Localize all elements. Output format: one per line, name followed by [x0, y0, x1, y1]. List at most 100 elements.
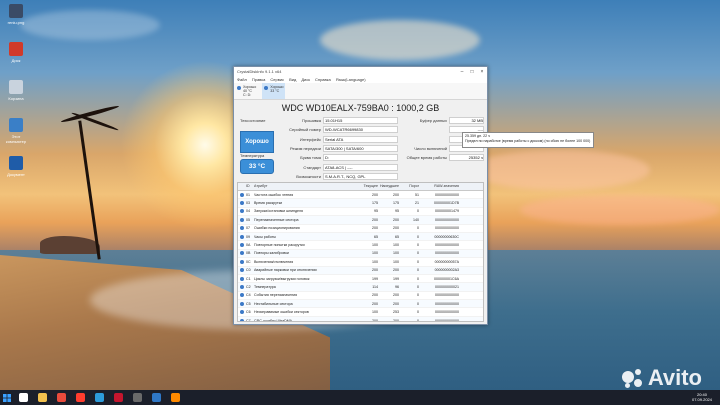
- window-titlebar[interactable]: CrystalDiskInfo 9.1.1 x64 – □ ×: [234, 67, 487, 76]
- table-cell: 100: [393, 251, 399, 256]
- table-body: 01 Частота ошибок чтения 200 200 51 000000000…: [238, 191, 483, 322]
- table-row[interactable]: C0 Аварийные парковки при отключении 200 20…: [238, 266, 483, 275]
- maximize-button[interactable]: □: [467, 69, 477, 75]
- status-dot-icon: [240, 284, 244, 289]
- drive-temp: 33 °C: [270, 89, 280, 93]
- table-cell: 175: [393, 201, 399, 206]
- table-cell: 0: [417, 209, 419, 214]
- table-cell: 199: [393, 276, 399, 281]
- menu-item[interactable]: Вид: [289, 77, 296, 82]
- table-cell: 95: [395, 209, 399, 214]
- table-row[interactable]: C7 CRC-ошибки UltraDMA 200 200 0 000000000000: [238, 316, 483, 322]
- table-cell: CRC-ошибки UltraDMA: [254, 318, 293, 322]
- table-row[interactable]: 03 Время раскрутки 175 175 21 000000001D7B: [238, 199, 483, 208]
- smart-attributes-table: ID Атрибут Текущее Наихудшее Порог RAW-значен…: [237, 182, 484, 322]
- field-value: 15.01H15: [323, 117, 398, 124]
- table-row[interactable]: C5 Нестабильные сектора 200 200 0 00000000000…: [238, 300, 483, 309]
- drive-tab[interactable]: Хорошо 40 °C С: D:: [237, 83, 256, 99]
- field-label: Прошивка: [302, 118, 321, 123]
- table-row[interactable]: C4 События переназначения 200 200 0 000000000…: [238, 292, 483, 301]
- desktop-icon-disk[interactable]: Диск: [3, 42, 29, 63]
- table-row[interactable]: 01 Частота ошибок чтения 200 200 51 000000000…: [238, 191, 483, 200]
- status-dot-icon: [240, 209, 244, 214]
- table-cell: 200: [393, 217, 399, 222]
- taskbar-app-opera-icon[interactable]: [114, 393, 123, 402]
- menu-item[interactable]: Сервис: [270, 77, 284, 82]
- close-button[interactable]: ×: [477, 69, 487, 75]
- column-header[interactable]: Наихудшее: [378, 183, 399, 190]
- taskbar-app-terminal-icon[interactable]: [133, 393, 142, 402]
- table-row[interactable]: 09 Часы работы 65 65 0 00000000630C: [238, 232, 483, 242]
- taskbar-app-explorer-icon[interactable]: [38, 393, 47, 402]
- table-cell: 000000000021: [435, 284, 459, 289]
- table-row[interactable]: 05 Переназначенные сектора 200 200 140 000000…: [238, 216, 483, 225]
- taskbar-app-yandex-icon[interactable]: [76, 393, 85, 402]
- table-cell: 200: [393, 226, 399, 231]
- column-header[interactable]: [238, 183, 246, 190]
- table-row[interactable]: 0B Повторы калибровки 100 100 0 000000000000: [238, 249, 483, 259]
- desktop-icon-label: Этот компьютер: [5, 134, 27, 144]
- status-dot-icon: [240, 243, 244, 248]
- table-row[interactable]: C2 Температура 114 96 0 000000000021: [238, 283, 483, 292]
- table-row[interactable]: 0A Повторные попытки раскрутки 100 100 0 0000…: [238, 241, 483, 250]
- taskbar-app-firefox-icon[interactable]: [171, 393, 180, 402]
- column-header[interactable]: Порог: [399, 183, 419, 190]
- table-cell: 09: [246, 234, 250, 239]
- table-row[interactable]: 07 Ошибки позиционирования 200 200 0 00000000…: [238, 225, 483, 233]
- table-row[interactable]: 04 Запуски/остановки шпинделя 95 95 0 0000000…: [238, 208, 483, 217]
- table-cell: 0: [417, 301, 419, 306]
- table-cell: Нестабильные сектора: [254, 301, 293, 306]
- table-cell: 0: [417, 259, 419, 264]
- menu-item[interactable]: Язык(Language): [336, 77, 366, 82]
- table-cell: 00000000057A: [434, 259, 459, 264]
- taskbar-app-media-icon[interactable]: [95, 393, 104, 402]
- menu-item[interactable]: Справка: [315, 77, 331, 82]
- taskbar-app-chrome-icon[interactable]: [57, 393, 66, 402]
- health-label: Техсостояние: [240, 118, 266, 123]
- table-cell: 96: [395, 284, 399, 289]
- taskbar-app-search-icon[interactable]: [19, 393, 28, 402]
- desktop-icon-recycle-bin[interactable]: Корзина: [3, 80, 29, 101]
- column-header[interactable]: Атрибут: [254, 183, 357, 190]
- table-row[interactable]: 0C Включения/отключения 100 100 0 00000000057…: [238, 258, 483, 267]
- drive-tab[interactable]: Хорошо 33 °C: [262, 83, 286, 99]
- temperature-label: Температура: [240, 153, 265, 158]
- table-cell: 199: [372, 276, 378, 281]
- status-dot-icon: [240, 201, 244, 206]
- status-dot-icon: [240, 226, 244, 231]
- table-cell: 200: [372, 293, 378, 298]
- taskbar-clock[interactable]: 20:40 07.09.2024: [692, 392, 712, 402]
- status-dot-icon: [240, 217, 244, 222]
- taskbar: 20:40 07.09.2024: [0, 390, 720, 405]
- taskbar-app-folder-icon[interactable]: [152, 393, 161, 402]
- field-label: Серийный номер: [289, 127, 321, 133]
- table-cell: C5: [246, 301, 251, 306]
- image-file-icon: [9, 4, 23, 18]
- right-field-label: Общее время работы: [406, 155, 447, 161]
- window-title: CrystalDiskInfo 9.1.1 x64: [237, 69, 282, 74]
- table-cell: Запуски/остановки шпинделя: [254, 209, 303, 214]
- table-row[interactable]: C1 Циклы загрузки/выгрузки головок 199 199 0…: [238, 275, 483, 284]
- table-cell: 200: [393, 318, 399, 322]
- desktop-icon-computer[interactable]: Этот компьютер: [3, 118, 29, 144]
- table-cell: 200: [393, 293, 399, 298]
- menu-item[interactable]: Правка: [252, 77, 266, 82]
- table-cell: C1: [246, 276, 251, 281]
- minimize-button[interactable]: –: [457, 69, 467, 75]
- column-header[interactable]: Текущее: [357, 183, 378, 190]
- column-header[interactable]: RAW-значения: [419, 183, 461, 190]
- table-cell: 000000000000: [435, 318, 459, 322]
- table-cell: 253: [393, 310, 399, 315]
- table-cell: 200: [393, 192, 399, 197]
- table-cell: 100: [372, 251, 378, 256]
- desktop-icon-document[interactable]: Документ: [3, 156, 29, 177]
- drive-status-icon: [237, 86, 241, 90]
- tooltip-text: 25.359 дн. 22 ч Предел по наработке (врем…: [465, 134, 591, 144]
- table-header: ID Атрибут Текущее Наихудшее Порог RAW-значен…: [238, 183, 483, 191]
- desktop-icon-file[interactable]: reniu.png: [3, 4, 29, 25]
- table-row[interactable]: C6 Неисправимые ошибки секторов 100 253 0 000…: [238, 308, 483, 317]
- menu-item[interactable]: Файл: [237, 77, 247, 82]
- start-button[interactable]: [0, 390, 14, 405]
- column-header[interactable]: ID: [246, 183, 254, 190]
- menu-item[interactable]: Диск: [301, 77, 310, 82]
